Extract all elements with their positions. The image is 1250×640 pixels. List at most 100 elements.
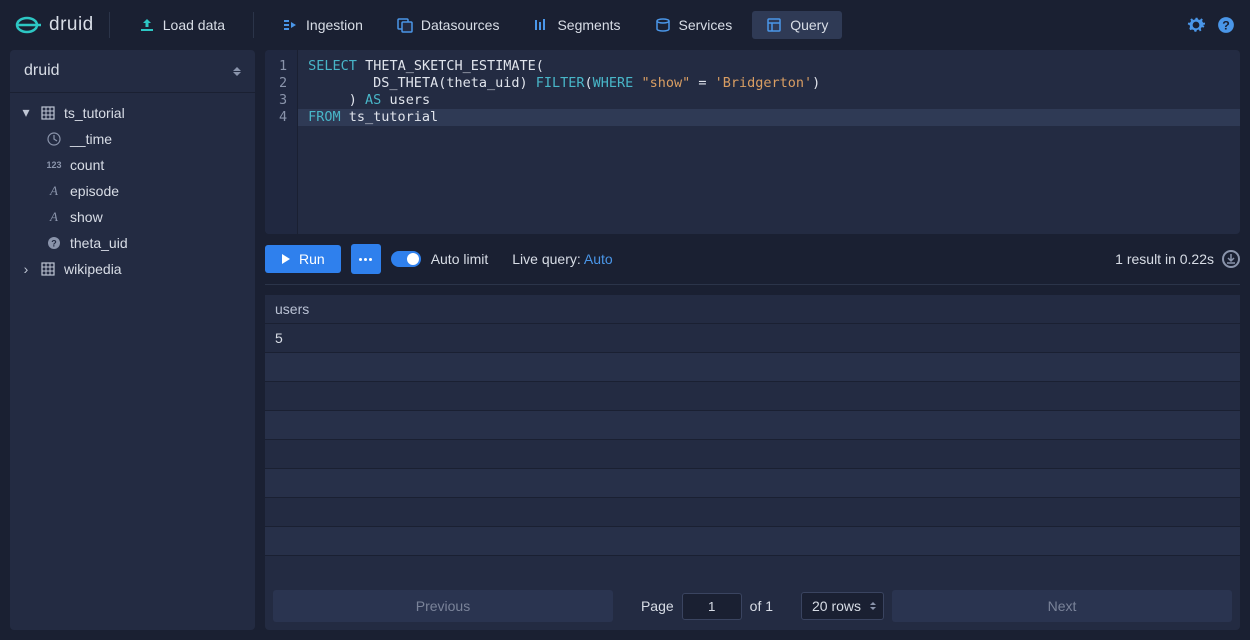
nav-label: Segments	[557, 17, 620, 33]
tree-item-episode[interactable]: A episode	[10, 178, 255, 204]
table-row	[265, 382, 1240, 411]
tree-label: __time	[70, 131, 112, 147]
tree-label: show	[70, 209, 103, 225]
nav: Load data Ingestion Datasources Segments…	[125, 11, 843, 39]
kw: SELECT	[308, 58, 357, 74]
divider	[253, 12, 254, 38]
sidebar-title: druid	[24, 62, 60, 80]
sort-icon[interactable]	[233, 67, 241, 76]
query-toolbar: Run Auto limit Live query: Auto 1 result…	[265, 244, 1240, 285]
line-num: 4	[279, 109, 287, 126]
rows-per-page-select[interactable]: 20 rows	[801, 592, 884, 620]
rows-label: 20 rows	[812, 598, 861, 614]
tree-item-theta-uid[interactable]: ? theta_uid	[10, 230, 255, 256]
results-footer: Previous Page of 1 20 rows Next	[265, 582, 1240, 630]
table-row[interactable]: 5	[265, 324, 1240, 353]
result-status: 1 result in 0.22s	[1115, 250, 1240, 268]
page-of: of 1	[750, 598, 773, 614]
clock-icon	[46, 131, 62, 147]
previous-button[interactable]: Previous	[273, 590, 613, 622]
paren: )	[349, 92, 365, 108]
next-button[interactable]: Next	[892, 590, 1232, 622]
tree-label: wikipedia	[64, 261, 122, 277]
segments-icon	[533, 17, 549, 33]
nav-label: Ingestion	[306, 17, 363, 33]
nav-label: Datasources	[421, 17, 500, 33]
results-body: users 5	[265, 295, 1240, 582]
table-row	[265, 353, 1240, 382]
fn: THETA_SKETCH_ESTIMATE(	[365, 58, 544, 74]
number-icon: 123	[46, 157, 62, 173]
tree-item-count[interactable]: 123 count	[10, 152, 255, 178]
topbar-right: ?	[1187, 16, 1235, 34]
nav-ingestion[interactable]: Ingestion	[268, 11, 377, 39]
pagination: Page of 1	[621, 593, 793, 620]
svg-text:?: ?	[51, 239, 57, 249]
live-query-label: Live query:	[512, 251, 584, 267]
ingestion-icon	[282, 17, 298, 33]
page-label: Page	[641, 598, 674, 614]
table: ts_tutorial	[349, 109, 438, 125]
chevron-right-icon: ›	[20, 261, 32, 277]
sidebar-header: druid	[10, 50, 255, 93]
nav-load-data[interactable]: Load data	[125, 11, 239, 39]
fn: DS_THETA(theta_uid)	[373, 75, 536, 91]
logo[interactable]: druid	[15, 12, 110, 38]
tree-item-wikipedia[interactable]: › wikipedia	[10, 256, 255, 282]
table-icon	[40, 105, 56, 121]
gear-icon[interactable]	[1187, 16, 1205, 34]
auto-limit-toggle[interactable]	[391, 251, 421, 267]
nav-segments[interactable]: Segments	[519, 11, 634, 39]
nav-datasources[interactable]: Datasources	[383, 11, 514, 39]
code[interactable]: SELECT THETA_SKETCH_ESTIMATE( DS_THETA(t…	[298, 50, 1240, 234]
topbar: druid Load data Ingestion Datasources Se…	[0, 0, 1250, 50]
live-query-value[interactable]: Auto	[584, 251, 613, 267]
table-row	[265, 527, 1240, 556]
nav-services[interactable]: Services	[641, 11, 747, 39]
tree-label: theta_uid	[70, 235, 128, 251]
page-input[interactable]	[682, 593, 742, 620]
nav-label: Load data	[163, 17, 225, 33]
tree-item-show[interactable]: A show	[10, 204, 255, 230]
paren: )	[812, 75, 820, 91]
help-icon: ?	[46, 235, 62, 251]
str: "show"	[641, 75, 690, 91]
tree: ▾ ts_tutorial __time 123 count A episode…	[10, 93, 255, 288]
nav-label: Query	[790, 17, 828, 33]
gutter: 1 2 3 4	[265, 50, 298, 234]
column-header[interactable]: users	[265, 295, 1240, 324]
tree-item-time[interactable]: __time	[10, 126, 255, 152]
line-num: 3	[279, 92, 287, 109]
result-status-text: 1 result in 0.22s	[1115, 251, 1214, 267]
more-button[interactable]	[351, 244, 381, 274]
indent	[308, 75, 373, 91]
line-num: 1	[279, 58, 287, 75]
kw: FILTER	[536, 75, 585, 91]
help-icon[interactable]: ?	[1217, 16, 1235, 34]
logo-text: druid	[49, 14, 94, 36]
auto-limit-label: Auto limit	[431, 251, 489, 267]
kw: AS	[365, 92, 389, 108]
table-row	[265, 469, 1240, 498]
text-icon: A	[46, 183, 62, 199]
upload-icon	[139, 17, 155, 33]
run-label: Run	[299, 251, 325, 267]
download-icon[interactable]	[1222, 250, 1240, 268]
svg-text:?: ?	[1222, 19, 1230, 33]
paren: (	[585, 75, 593, 91]
nav-query[interactable]: Query	[752, 11, 842, 39]
table-icon	[40, 261, 56, 277]
op: =	[690, 75, 714, 91]
table-row	[265, 411, 1240, 440]
druid-logo-icon	[15, 12, 41, 38]
tree-item-ts-tutorial[interactable]: ▾ ts_tutorial	[10, 99, 255, 126]
run-button[interactable]: Run	[265, 245, 341, 273]
str: 'Bridgerton'	[715, 75, 813, 91]
sql-editor[interactable]: 1 2 3 4 SELECT THETA_SKETCH_ESTIMATE( DS…	[265, 50, 1240, 234]
tree-label: episode	[70, 183, 119, 199]
indent	[308, 92, 349, 108]
sidebar: druid ▾ ts_tutorial __time 123 count A e…	[10, 50, 255, 630]
live-query: Live query: Auto	[512, 251, 612, 267]
table-row	[265, 440, 1240, 469]
query-icon	[766, 17, 782, 33]
